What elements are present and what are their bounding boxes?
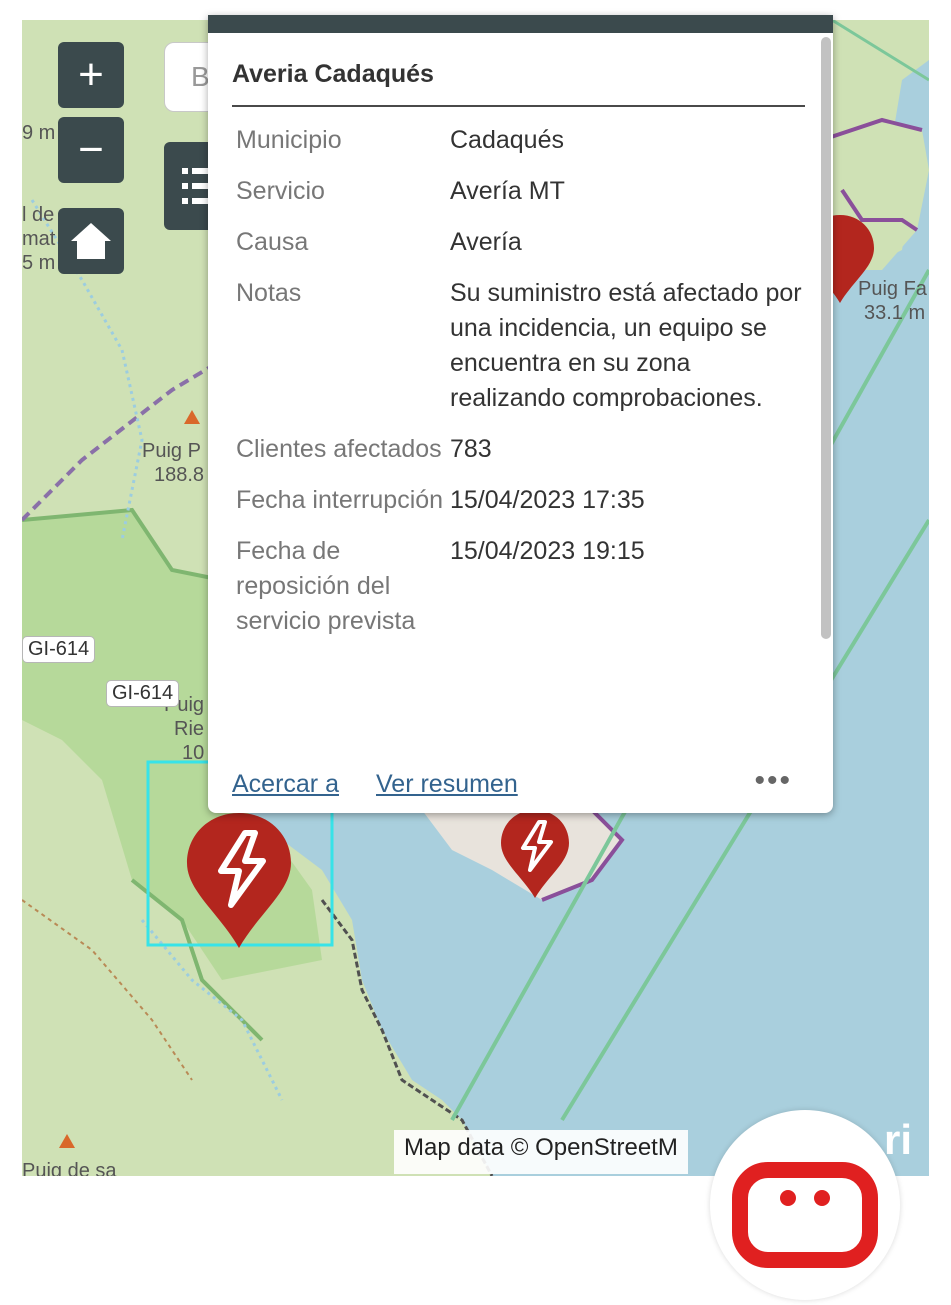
attribute-value: 15/04/2023 19:15 — [450, 537, 645, 565]
attribute-key: Fecha de reposición del servicio previst… — [236, 537, 416, 635]
map-label: l de — [22, 204, 55, 226]
popup-header — [208, 15, 833, 33]
map-label-peak: Puig P — [142, 440, 201, 462]
zoom-in-button[interactable]: + — [58, 42, 124, 108]
attribute-key: Clientes afectados — [236, 435, 442, 463]
attribute-value: 783 — [450, 435, 492, 463]
popup-actions: Acercar a Ver resumen ••• — [232, 764, 812, 806]
attribute-value: Avería MT — [450, 177, 565, 205]
map-label-elevation: 33.1 m — [864, 302, 926, 324]
attribute-value: 15/04/2023 17:35 — [450, 486, 645, 514]
road-shield: GI-614 — [22, 636, 96, 663]
map-label-peak: Rie — [174, 718, 205, 740]
zoom-out-button[interactable]: − — [58, 117, 124, 183]
attribute-row: Notas Su suministro está afectado por un… — [236, 276, 811, 416]
attribute-key: Municipio — [236, 126, 342, 154]
zoom-to-link[interactable]: Acercar a — [232, 770, 339, 799]
minus-icon: − — [78, 125, 104, 174]
attribute-table: Municipio Cadaqués Servicio Avería MT Ca… — [236, 123, 811, 763]
attribute-row: Causa Avería — [236, 225, 811, 260]
attribute-value: Avería — [450, 228, 522, 256]
attribute-value: Su suministro está afectado por una inci… — [450, 279, 802, 412]
map-label-elevation: 10 — [182, 742, 205, 764]
attribute-row: Servicio Avería MT — [236, 174, 811, 209]
attribute-key: Servicio — [236, 177, 325, 205]
popup-scrollbar[interactable] — [821, 37, 831, 639]
map-label-peak: Puig Fa — [858, 278, 927, 300]
screen: 9 m l de mat 5 m Puig P 188.8 Puig Rie 1… — [0, 0, 951, 1300]
map-label: Puig de sa — [22, 1160, 117, 1176]
popup-title: Averia Cadaqués — [232, 60, 805, 107]
attribute-key: Notas — [236, 279, 302, 307]
map-label-elevation: 188.8 — [154, 464, 205, 486]
chat-widget-button[interactable] — [710, 1110, 900, 1300]
plus-icon: + — [78, 50, 104, 99]
attribute-key: Fecha interrupción — [236, 486, 444, 514]
view-summary-link[interactable]: Ver resumen — [376, 770, 518, 799]
attribute-row: Fecha de reposición del servicio previst… — [236, 534, 811, 639]
attribute-row: Clientes afectados 783 — [236, 432, 811, 467]
more-options-icon[interactable]: ••• — [754, 764, 792, 798]
chat-icon — [732, 1162, 878, 1268]
home-button[interactable] — [58, 208, 124, 274]
home-icon — [71, 223, 111, 259]
attribute-key: Causa — [236, 228, 309, 256]
map-label: 5 m — [22, 252, 56, 274]
map-attribution: Map data © OpenStreetM — [394, 1130, 688, 1174]
attribute-row: Municipio Cadaqués — [236, 123, 811, 158]
attribute-row: Fecha interrupción 15/04/2023 17:35 — [236, 483, 811, 518]
road-shield: GI-614 — [106, 680, 180, 707]
search-placeholder: B — [191, 61, 210, 92]
attribute-value: Cadaqués — [450, 126, 564, 154]
map-label: mat — [22, 228, 56, 250]
map-label: 9 m — [22, 122, 56, 144]
feature-popup[interactable]: Averia Cadaqués Municipio Cadaqués Servi… — [208, 15, 833, 813]
